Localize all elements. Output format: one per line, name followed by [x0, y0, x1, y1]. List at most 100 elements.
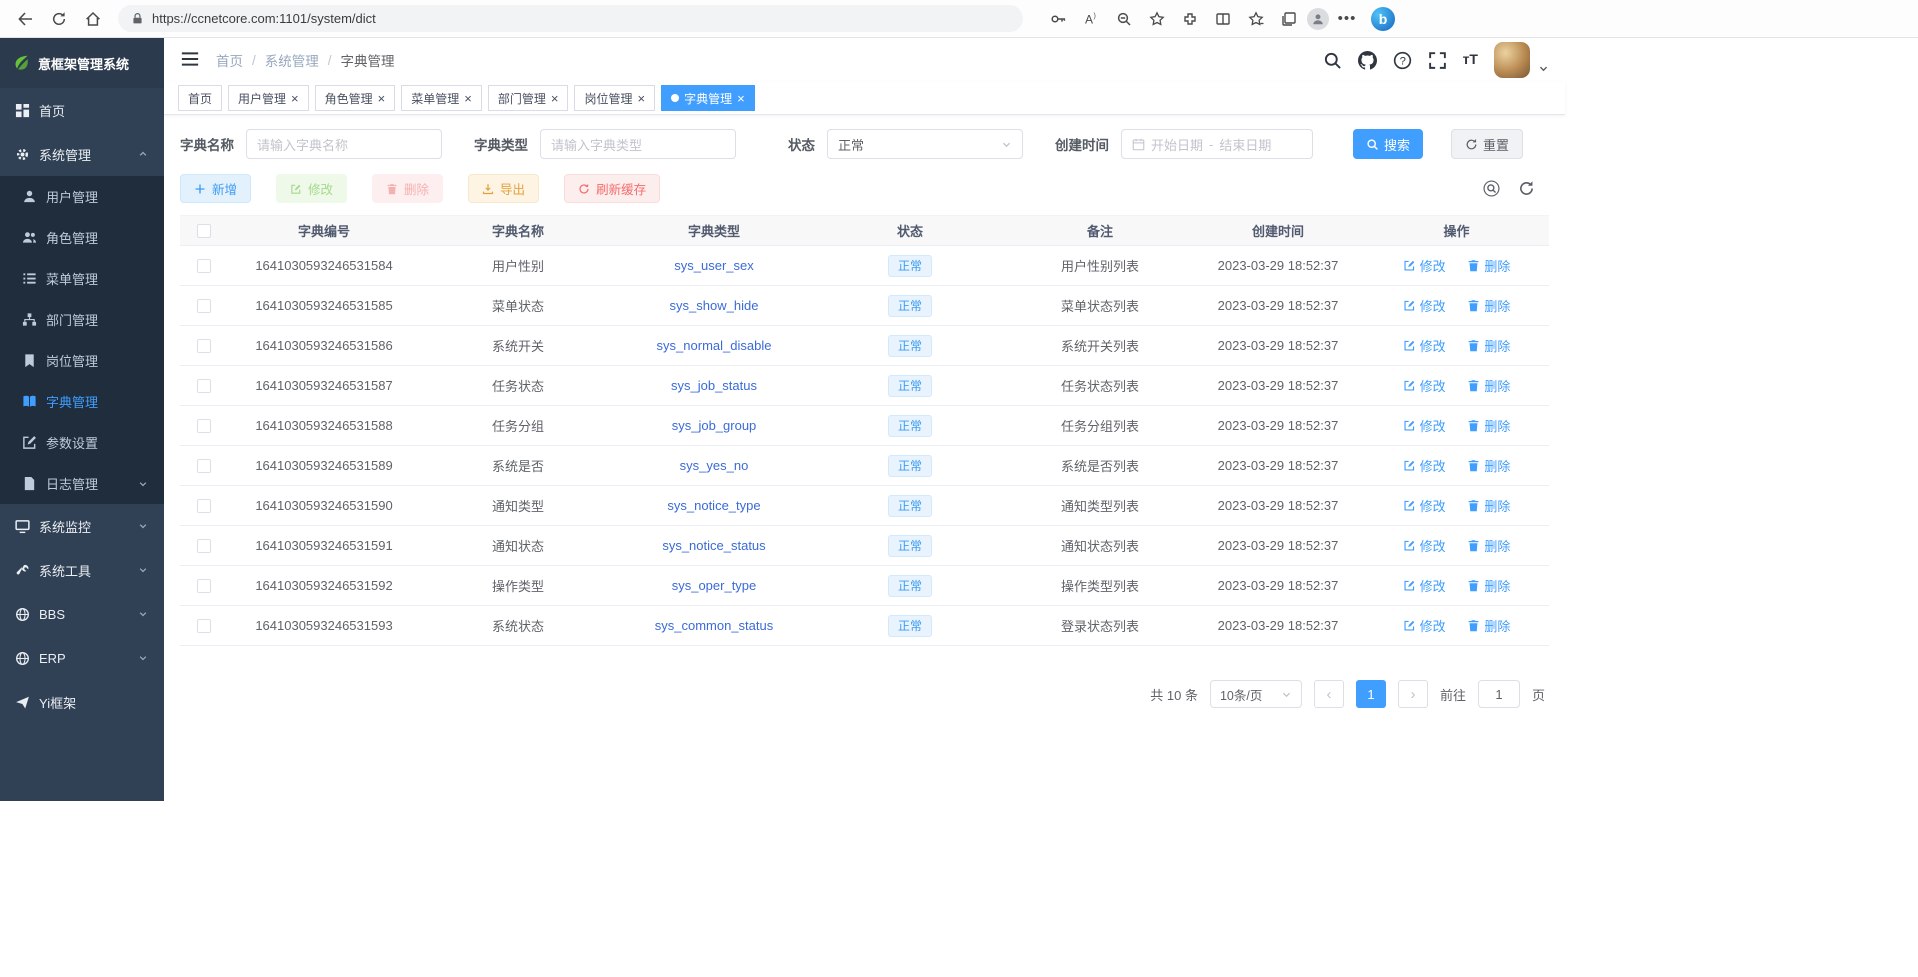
row-checkbox[interactable] [197, 419, 211, 433]
read-aloud-icon[interactable]: A) [1076, 4, 1106, 34]
breadcrumb-home[interactable]: 首页 [216, 50, 243, 70]
next-page-button[interactable]: › [1398, 680, 1428, 708]
sidebar-item-yi[interactable]: Yi框架 [0, 680, 164, 724]
row-delete-link[interactable]: 删除 [1467, 456, 1510, 475]
row-checkbox[interactable] [197, 499, 211, 513]
search-icon[interactable] [1323, 51, 1342, 70]
refresh-icon[interactable] [44, 4, 74, 34]
dict-type-link[interactable]: sys_oper_type [672, 578, 757, 593]
close-icon[interactable]: × [291, 92, 299, 105]
sidebar-item-user[interactable]: 用户管理 [0, 176, 164, 217]
sidebar-item-bbs[interactable]: BBS [0, 592, 164, 636]
close-icon[interactable]: × [464, 92, 472, 105]
row-checkbox[interactable] [197, 459, 211, 473]
sidebar-item-home[interactable]: 首页 [0, 88, 164, 132]
dict-type-link[interactable]: sys_job_group [672, 418, 757, 433]
dict-type-link[interactable]: sys_yes_no [680, 458, 749, 473]
hamburger-icon[interactable] [180, 49, 202, 71]
edit-button[interactable]: 修改 [276, 174, 347, 203]
sidebar-item-role[interactable]: 角色管理 [0, 217, 164, 258]
row-edit-link[interactable]: 修改 [1403, 456, 1446, 475]
row-edit-link[interactable]: 修改 [1403, 496, 1446, 515]
split-screen-icon[interactable] [1208, 4, 1238, 34]
dict-type-link[interactable]: sys_normal_disable [657, 338, 772, 353]
avatar[interactable] [1494, 42, 1530, 78]
favorites-add-icon[interactable] [1142, 4, 1172, 34]
sidebar-item-erp[interactable]: ERP [0, 636, 164, 680]
back-icon[interactable] [10, 4, 40, 34]
search-button[interactable]: 搜索 [1353, 129, 1423, 159]
row-delete-link[interactable]: 删除 [1467, 576, 1510, 595]
row-checkbox[interactable] [197, 619, 211, 633]
close-icon[interactable]: × [637, 92, 645, 105]
sidebar-item-monitor[interactable]: 系统监控 [0, 504, 164, 548]
tab-3[interactable]: 菜单管理 × [401, 85, 482, 111]
zoom-out-icon[interactable] [1109, 4, 1139, 34]
tab-1[interactable]: 用户管理 × [228, 85, 309, 111]
select-all-checkbox[interactable] [197, 224, 211, 238]
key-icon[interactable] [1043, 4, 1073, 34]
tab-5[interactable]: 岗位管理 × [574, 85, 655, 111]
tab-0[interactable]: 首页 [178, 85, 222, 111]
dict-type-link[interactable]: sys_common_status [655, 618, 774, 633]
date-range-picker[interactable]: 开始日期 - 结束日期 [1121, 129, 1313, 159]
github-icon[interactable] [1358, 51, 1377, 70]
collections-icon[interactable] [1274, 4, 1304, 34]
sidebar-item-param[interactable]: 参数设置 [0, 422, 164, 463]
close-icon[interactable]: × [737, 92, 745, 105]
close-icon[interactable]: × [551, 92, 559, 105]
bing-icon[interactable]: b [1371, 7, 1395, 31]
sidebar-item-post[interactable]: 岗位管理 [0, 340, 164, 381]
fullscreen-icon[interactable] [1428, 51, 1447, 70]
row-delete-link[interactable]: 删除 [1467, 296, 1510, 315]
row-delete-link[interactable]: 删除 [1467, 496, 1510, 515]
sidebar-item-dept[interactable]: 部门管理 [0, 299, 164, 340]
row-delete-link[interactable]: 删除 [1467, 256, 1510, 275]
reset-button[interactable]: 重置 [1451, 129, 1523, 159]
row-checkbox[interactable] [197, 379, 211, 393]
row-edit-link[interactable]: 修改 [1403, 376, 1446, 395]
row-edit-link[interactable]: 修改 [1403, 416, 1446, 435]
row-edit-link[interactable]: 修改 [1403, 616, 1446, 635]
more-icon[interactable]: ••• [1332, 4, 1362, 34]
sidebar-item-tools[interactable]: 系统工具 [0, 548, 164, 592]
extensions-icon[interactable] [1175, 4, 1205, 34]
row-edit-link[interactable]: 修改 [1403, 576, 1446, 595]
delete-button[interactable]: 删除 [372, 174, 443, 203]
dict-type-link[interactable]: sys_notice_status [662, 538, 765, 553]
row-delete-link[interactable]: 删除 [1467, 416, 1510, 435]
row-checkbox[interactable] [197, 539, 211, 553]
dict-type-link[interactable]: sys_notice_type [667, 498, 760, 513]
tab-6[interactable]: 字典管理 × [661, 85, 755, 111]
export-button[interactable]: 导出 [468, 174, 539, 203]
favorites-bar-icon[interactable] [1241, 4, 1271, 34]
row-checkbox[interactable] [197, 579, 211, 593]
dict-type-link[interactable]: sys_job_status [671, 378, 757, 393]
goto-page-input[interactable] [1478, 680, 1520, 708]
sidebar-item-log[interactable]: 日志管理 [0, 463, 164, 504]
sidebar-item-menu[interactable]: 菜单管理 [0, 258, 164, 299]
row-checkbox[interactable] [197, 259, 211, 273]
row-delete-link[interactable]: 删除 [1467, 376, 1510, 395]
row-delete-link[interactable]: 删除 [1467, 536, 1510, 555]
row-edit-link[interactable]: 修改 [1403, 296, 1446, 315]
address-bar[interactable]: https://ccnetcore.com:1101/system/dict [118, 5, 1023, 32]
row-delete-link[interactable]: 删除 [1467, 336, 1510, 355]
breadcrumb-system[interactable]: 系统管理 [265, 50, 319, 70]
show-search-icon[interactable] [1483, 180, 1500, 197]
dict-type-input[interactable]: 请输入字典类型 [540, 129, 736, 159]
sidebar-item-dict[interactable]: 字典管理 [0, 381, 164, 422]
font-size-icon[interactable]: тT [1463, 51, 1478, 70]
row-checkbox[interactable] [197, 339, 211, 353]
close-icon[interactable]: × [378, 92, 386, 105]
refresh-cache-button[interactable]: 刷新缓存 [564, 174, 660, 203]
row-delete-link[interactable]: 删除 [1467, 616, 1510, 635]
sidebar-item-system[interactable]: 系统管理 [0, 132, 164, 176]
row-edit-link[interactable]: 修改 [1403, 336, 1446, 355]
dict-name-input[interactable]: 请输入字典名称 [246, 129, 442, 159]
add-button[interactable]: 新增 [180, 174, 251, 203]
home-icon[interactable] [78, 4, 108, 34]
row-checkbox[interactable] [197, 299, 211, 313]
tab-4[interactable]: 部门管理 × [488, 85, 569, 111]
row-edit-link[interactable]: 修改 [1403, 536, 1446, 555]
